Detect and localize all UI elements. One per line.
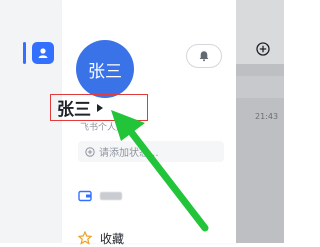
wallet-icon	[78, 190, 92, 202]
chat-row[interactable]	[236, 76, 284, 98]
profile-name-link[interactable]: 张三	[50, 94, 148, 121]
menu-item-label-blurred	[100, 189, 122, 203]
status-input[interactable]: 请添加状态...	[78, 141, 224, 162]
chat-list-dimmed: 21:43	[236, 0, 284, 243]
chat-timestamp: 21:43	[255, 112, 279, 121]
status-placeholder: 请添加状态...	[99, 148, 159, 159]
menu-item-wallet[interactable]	[78, 187, 122, 205]
chat-header	[236, 0, 284, 64]
add-circle-icon	[85, 146, 95, 157]
profile-subtitle: 飞书个人账号	[80, 123, 135, 133]
avatar[interactable]: 张三	[76, 40, 134, 98]
profile-name: 张三	[57, 100, 91, 120]
menu-item-favorites[interactable]: 收藏	[78, 229, 124, 247]
profile-panel: 张三 张三 飞书个人账号 请添加状态... 收藏	[50, 0, 236, 246]
add-icon[interactable]	[256, 42, 270, 56]
caret-right-icon	[97, 103, 103, 112]
app-rail	[0, 0, 63, 243]
menu-item-label: 收藏	[100, 231, 125, 246]
bell-icon	[199, 51, 209, 62]
notification-button[interactable]	[186, 44, 222, 68]
active-indicator	[23, 42, 26, 64]
contacts-app-icon[interactable]	[32, 42, 54, 64]
